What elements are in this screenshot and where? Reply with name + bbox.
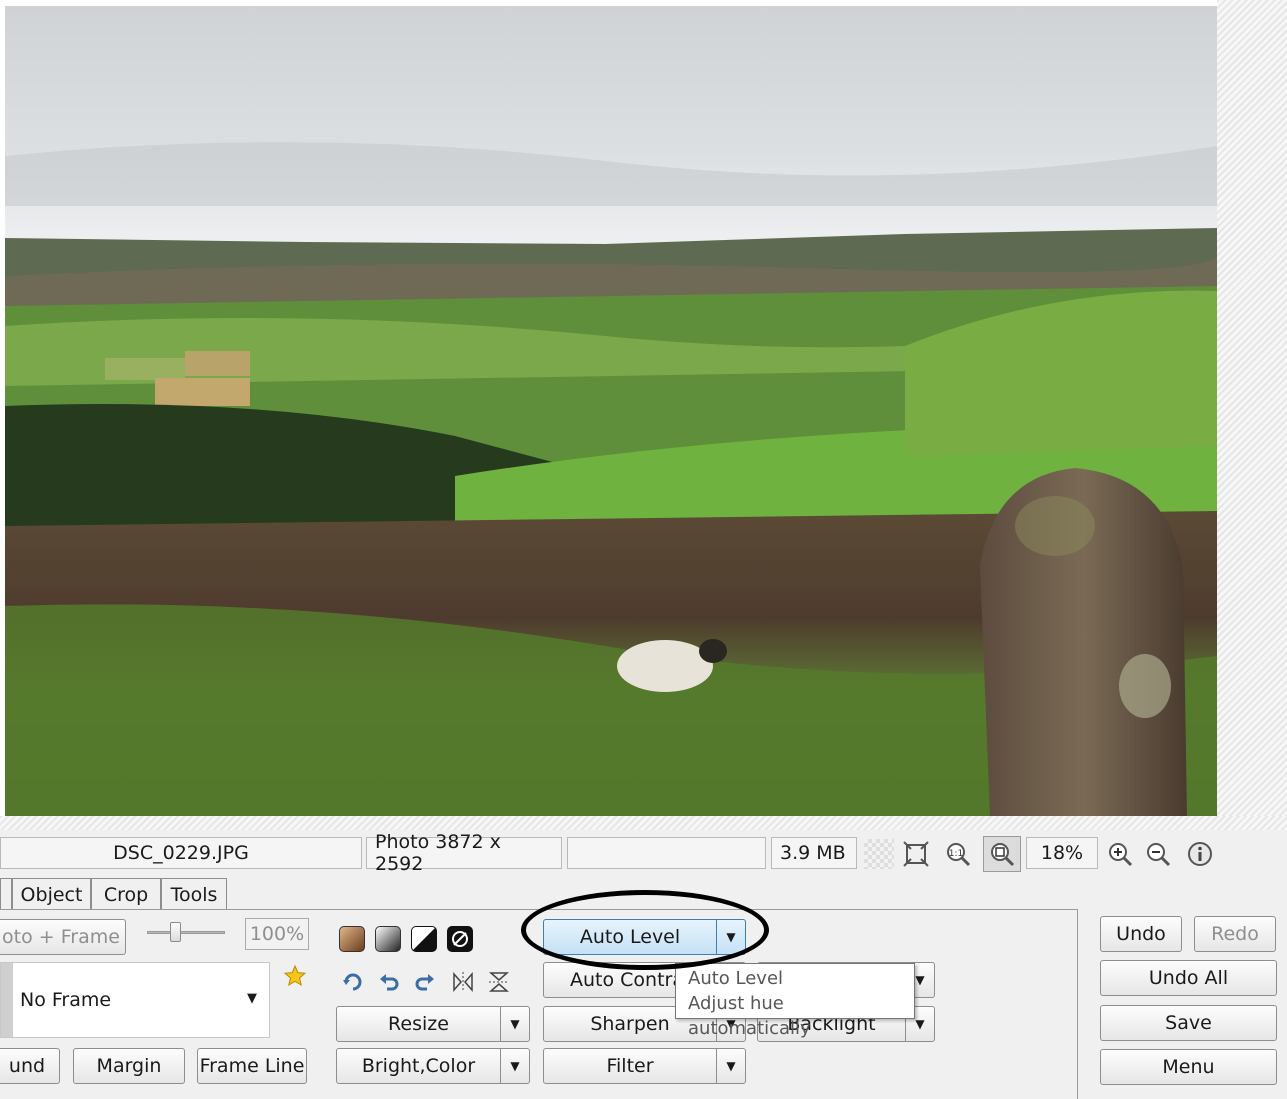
frame-line-button[interactable]: Frame Line: [197, 1048, 307, 1084]
zoom-level: 18%: [1026, 837, 1098, 869]
opacity-slider-thumb[interactable]: [170, 922, 181, 942]
chevron-down-icon[interactable]: ▼: [500, 1049, 529, 1083]
highlight-annotation: [521, 890, 769, 970]
fit-window-icon[interactable]: [900, 838, 932, 870]
opacity-value: 100%: [245, 918, 309, 950]
info-icon[interactable]: [1184, 838, 1216, 870]
redo-button[interactable]: Redo: [1194, 916, 1276, 952]
frame-select[interactable]: No Frame ▼: [0, 962, 270, 1038]
flip-vertical-icon[interactable]: [485, 968, 513, 996]
filter-button[interactable]: Filter ▼: [543, 1048, 746, 1084]
frame-swatch: [1, 963, 13, 1037]
zoom-in-icon[interactable]: [1104, 838, 1136, 870]
rotate-left-icon[interactable]: [375, 968, 403, 996]
flip-horizontal-icon[interactable]: [449, 968, 477, 996]
panel-divider: [1077, 909, 1078, 1099]
transparency-icon: [864, 839, 894, 869]
chevron-down-icon[interactable]: ▼: [716, 1049, 745, 1083]
canvas-bottom-strip: [0, 816, 1287, 830]
negative-icon[interactable]: [447, 926, 473, 952]
bright-color-label: Bright,Color: [361, 1055, 476, 1077]
resize-button[interactable]: Resize ▼: [336, 1006, 530, 1042]
tab-crop[interactable]: Crop: [91, 878, 161, 910]
opacity-slider-track[interactable]: [147, 931, 225, 934]
save-button[interactable]: Save: [1100, 1005, 1277, 1041]
zoom-out-icon[interactable]: [1142, 838, 1174, 870]
frame-select-value: No Frame: [20, 989, 112, 1011]
contrast-icon[interactable]: [411, 926, 437, 952]
grayscale-icon[interactable]: [375, 926, 401, 952]
filter-label: Filter: [606, 1055, 654, 1077]
status-extra-field: [567, 837, 766, 869]
canvas-gutter: [1217, 0, 1287, 830]
bright-color-button[interactable]: Bright,Color ▼: [336, 1048, 530, 1084]
tab-partial[interactable]: [0, 878, 12, 910]
photo-frame-button[interactable]: oto + Frame: [0, 919, 126, 955]
tooltip: Auto Level Adjust hue automatically: [675, 963, 915, 1039]
tab-object[interactable]: Object: [12, 878, 91, 910]
undo-button[interactable]: Undo: [1100, 916, 1182, 952]
undo-all-button[interactable]: Undo All: [1100, 960, 1277, 996]
sepia-icon[interactable]: [339, 926, 365, 952]
background-button[interactable]: und: [0, 1048, 60, 1084]
menu-button[interactable]: Menu: [1100, 1049, 1277, 1085]
filename-field: DSC_0229.JPG: [0, 837, 362, 869]
actual-size-icon[interactable]: 1:1: [942, 838, 974, 870]
landscape-photo: [5, 6, 1217, 816]
zoom-fit-icon[interactable]: [983, 836, 1021, 872]
filesize-field: 3.9 MB: [771, 837, 857, 869]
rotate-icon[interactable]: [339, 968, 367, 996]
resize-label: Resize: [388, 1013, 449, 1035]
star-icon[interactable]: [282, 963, 308, 989]
chevron-down-icon[interactable]: ▼: [500, 1007, 529, 1041]
tooltip-title: Auto Level: [688, 968, 784, 989]
tooltip-description: Adjust hue automatically: [688, 993, 811, 1039]
rotate-right-icon[interactable]: [411, 968, 439, 996]
tab-tools[interactable]: Tools: [161, 878, 227, 910]
photo-canvas[interactable]: [5, 6, 1217, 816]
margin-button[interactable]: Margin: [73, 1048, 185, 1084]
dimensions-field: Photo 3872 x 2592: [366, 831, 562, 875]
svg-text:1:1: 1:1: [949, 849, 963, 859]
chevron-down-icon: ▼: [247, 991, 257, 1006]
